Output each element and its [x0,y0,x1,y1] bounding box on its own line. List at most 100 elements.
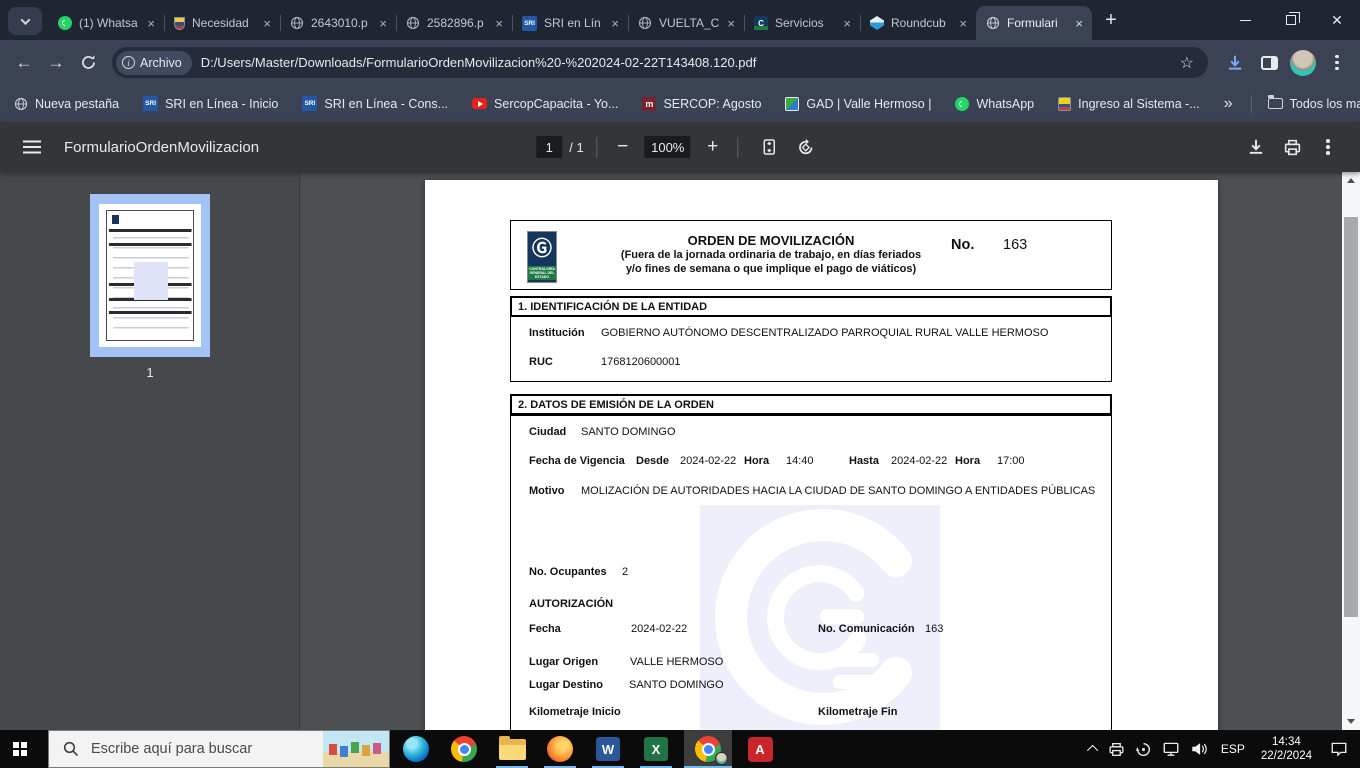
form-header-box: Ⓖ CONTRALORÍA GENERAL DEL ESTADO ORDEN D… [510,220,1112,290]
taskbar-chrome-pinned[interactable] [444,730,484,768]
reload-button[interactable] [72,47,104,79]
scroll-up-button[interactable] [1342,172,1360,189]
form-subtitle-line2: y/o fines de semana o que implique el pa… [625,263,917,275]
rotate-button[interactable] [788,129,824,165]
tab-2643010[interactable]: 2643010.p × [280,6,396,40]
taskbar-search[interactable] [48,730,390,768]
bookmark-sri-inicio[interactable]: SRI SRI en Línea - Inicio [143,96,278,111]
tab-close-icon[interactable]: × [1072,16,1086,31]
profile-badge [715,752,728,765]
profile-avatar[interactable] [1288,48,1318,78]
side-panel-button[interactable] [1254,48,1284,78]
address-bar[interactable]: i Archivo D:/Users/Master/Downloads/Form… [112,47,1208,78]
tab-close-icon[interactable]: × [724,16,738,31]
bookmark-gad-valle-hermoso[interactable]: GAD | Valle Hermoso | [785,96,931,111]
destino-value: SANTO DOMINGO [629,679,724,691]
rotate-icon [799,138,813,154]
tab-close-icon[interactable]: × [492,16,506,31]
taskbar-clock[interactable]: 14:34 22/2/2024 [1253,735,1320,763]
taskbar-firefox[interactable] [540,730,580,768]
tab-sri-en-linea[interactable]: SRI SRI en Lín × [512,6,628,40]
vertical-scrollbar[interactable] [1342,172,1360,730]
restore-button[interactable] [1268,0,1314,40]
bookmark-nueva-pestana[interactable]: Nueva pestaña [14,97,119,111]
tab-2582896[interactable]: 2582896.p × [396,6,512,40]
tab-search-button[interactable] [8,7,42,35]
all-bookmarks-button[interactable]: Todos los marcadores [1267,95,1360,111]
pdf-title: FormularioOrdenMovilizacion [64,138,260,156]
zoom-out-button[interactable]: − [611,136,635,158]
tab-vuelta[interactable]: VUELTA_C × [628,6,744,40]
tab-close-icon[interactable]: × [376,16,390,31]
fit-page-button[interactable] [752,129,788,165]
bookmark-whatsapp[interactable]: WhatsApp [955,96,1034,111]
printer-tray-button[interactable] [1103,730,1130,768]
search-highlight-image[interactable] [323,731,389,767]
pdf-menu-button[interactable] [1310,129,1346,165]
km-fin-label: Kilometraje Fin [818,706,898,718]
speaker-icon [1192,743,1207,755]
taskbar-edge[interactable] [396,730,436,768]
bookmark-sercop-agosto[interactable]: m SERCOP: Agosto [642,96,761,111]
tab-close-icon[interactable]: × [840,16,854,31]
zoom-level-input[interactable]: 100% [644,136,691,158]
taskbar-excel[interactable]: X [636,730,676,768]
page-thumbnail-selected[interactable] [90,194,210,357]
back-button[interactable]: ← [8,47,40,79]
bookmark-sri-consultas[interactable]: SRI SRI en Línea - Cons... [302,96,448,111]
hidden-icons-button[interactable] [1085,730,1103,768]
ciudad-row: Ciudad SANTO DOMINGO [510,426,1112,439]
sri-icon: SRI [143,96,159,111]
side-panel-icon [1260,55,1278,70]
bookmark-star-icon[interactable]: ☆ [1176,53,1198,73]
pdf-download-button[interactable] [1238,129,1274,165]
tab-roundcube[interactable]: Roundcub × [860,6,976,40]
excel-icon: X [644,737,668,761]
start-button[interactable] [0,730,48,768]
tab-whatsapp[interactable]: (1) Whatsa × [48,6,164,40]
volume-tray-button[interactable] [1185,730,1213,768]
browser-menu-button[interactable] [1322,48,1352,78]
taskbar-acrobat[interactable]: A [740,730,780,768]
tab-servicios[interactable]: C Servicios × [744,6,860,40]
language-indicator[interactable]: ESP [1213,742,1253,756]
tab-close-icon[interactable]: × [260,16,274,31]
bookmark-sercopcapacita[interactable]: SercopCapacita - Yo... [472,97,618,111]
close-button[interactable]: ✕ [1314,0,1360,40]
origen-label: Lugar Origen [529,656,599,668]
vigencia-row: Fecha de Vigencia Desde 2024-02-22 Hora … [510,455,1112,468]
tab-close-icon[interactable]: × [956,16,970,31]
thumbnail-page-preview[interactable] [106,210,194,341]
scrollbar-thumb[interactable] [1344,217,1358,617]
network-tray-button[interactable] [1157,730,1185,768]
forward-button[interactable]: → [40,47,72,79]
taskbar-file-explorer[interactable] [492,730,532,768]
taskbar-chrome-active[interactable] [684,730,732,768]
pdf-toolbar-right [1238,129,1360,165]
reload-icon [81,55,95,69]
tab-necesidades[interactable]: Necesidad × [164,6,280,40]
search-input[interactable] [91,741,291,757]
zoom-in-button[interactable]: + [701,136,725,158]
new-tab-button[interactable]: + [1096,5,1126,35]
taskbar-word[interactable]: W [588,730,628,768]
tab-formulario-active[interactable]: Formulari × [976,6,1092,40]
pdf-print-button[interactable] [1274,129,1310,165]
tab-close-icon[interactable]: × [144,16,158,31]
thumbnail-panel: 1 [0,172,300,730]
file-scheme-chip[interactable]: i Archivo [116,50,192,75]
screen-record-tray-button[interactable] [1130,730,1157,768]
bookmark-ingreso-sistema[interactable]: Ingreso al Sistema -... [1058,96,1200,111]
tab-close-icon[interactable]: × [608,16,622,31]
scroll-down-button[interactable] [1342,713,1360,730]
globe-icon [986,16,1000,30]
page-number-input[interactable]: 1 [536,136,563,158]
institucion-row: Institución GOBIERNO AUTÓNOMO DESCENTRAL… [510,327,1112,340]
section1-body-box [510,316,1112,382]
minimize-button[interactable] [1222,0,1268,40]
action-center-button[interactable] [1320,730,1360,768]
downloads-button[interactable] [1220,48,1250,78]
menu-icon[interactable] [23,146,41,148]
bookmarks-overflow-button[interactable]: » [1224,95,1233,113]
motivo-row: Motivo MOLIZACIÓN DE AUTORIDADES HACIA L… [510,485,1112,498]
